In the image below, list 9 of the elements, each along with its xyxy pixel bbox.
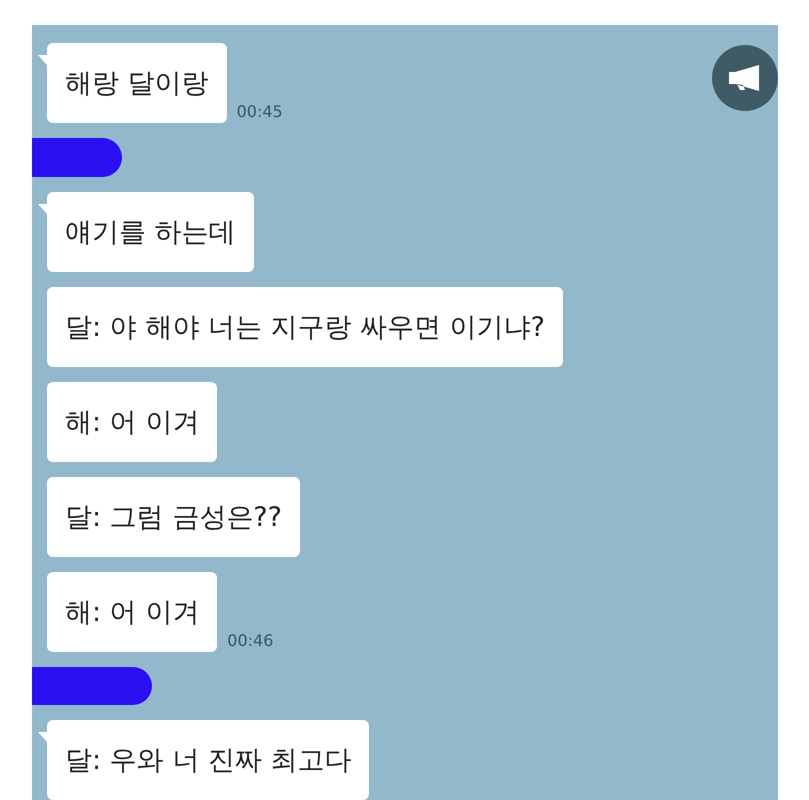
message-bubble: 해: 어 이겨 <box>47 382 218 462</box>
message-time: 00:46 <box>227 630 274 650</box>
message-bubble: 얘기를 하는데 <box>47 192 254 272</box>
message-bubble: 달: 야 해야 너는 지구랑 싸우면 이기냐? <box>47 286 563 366</box>
message-bubble: 해랑 달이랑 <box>47 43 227 123</box>
message-bubble: 달: 우와 너 진짜 최고다 <box>47 720 370 800</box>
message-bubble: 해: 어 이겨 <box>47 572 218 652</box>
message-bubble: 달: 그럼 금성은?? <box>47 476 300 556</box>
message-time: 00:45 <box>236 102 283 121</box>
